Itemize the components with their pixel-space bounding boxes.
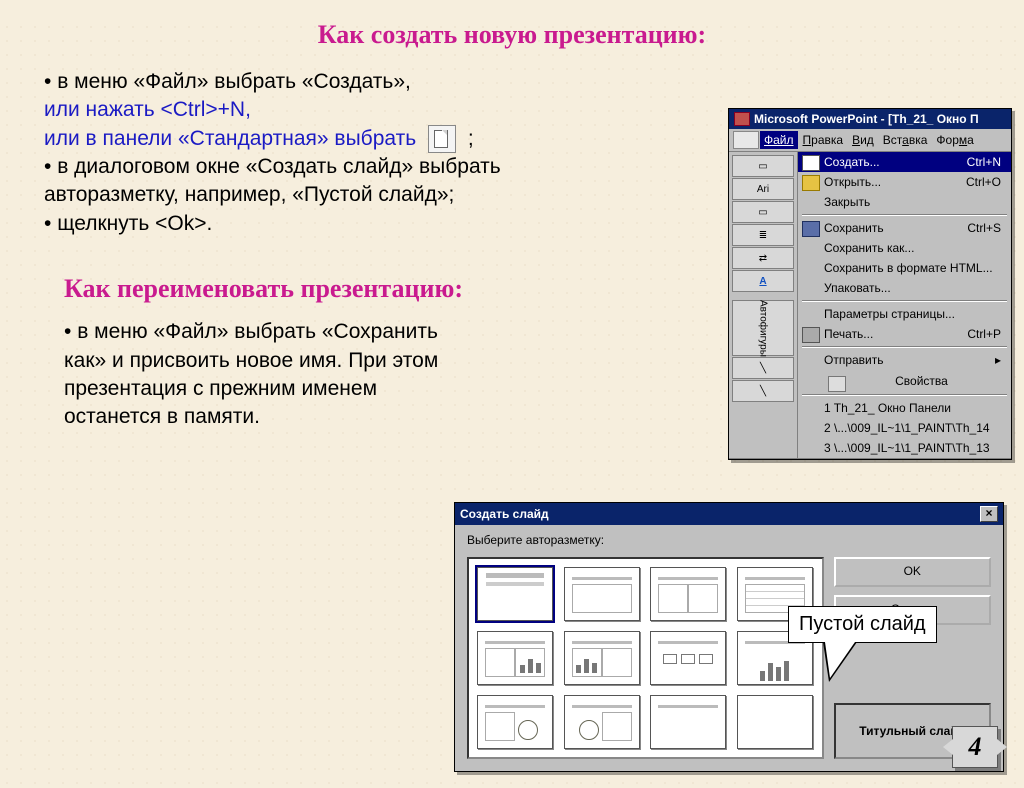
layout-bullets[interactable] [564, 567, 640, 621]
menu-item[interactable]: Свойства [798, 370, 1011, 392]
instructions-create: в меню «Файл» выбрать «Создать», или наж… [44, 68, 604, 238]
toolbar-btn[interactable]: Автофигуры [732, 300, 794, 356]
menu-item[interactable]: 2 \...\009_IL~1\1_PAINT\Th_14 [798, 418, 1011, 438]
heading-create: Как создать новую презентацию: [0, 20, 1024, 50]
layout-blank[interactable] [737, 695, 813, 749]
powerpoint-window: Microsoft PowerPoint - [Th_21_ Окно П Фа… [728, 108, 1012, 460]
menu-item[interactable]: Отправить [798, 350, 1011, 370]
layout-org[interactable] [650, 631, 726, 685]
props-icon [828, 376, 846, 392]
layout-text-clip[interactable] [477, 695, 553, 749]
menu-item[interactable]: Открыть...Ctrl+O [798, 172, 1011, 192]
menu-file[interactable]: Файл [760, 131, 798, 149]
dialog-prompt: Выберите авторазметку: [455, 525, 1003, 547]
menu-item[interactable]: Параметры страницы... [798, 304, 1011, 324]
menu-format[interactable]: Форма [932, 131, 977, 149]
menu-insert[interactable]: Вставка [879, 131, 932, 149]
menu-item[interactable]: Закрыть [798, 192, 1011, 212]
open-icon [802, 175, 820, 191]
menu-item[interactable]: СохранитьCtrl+S [798, 218, 1011, 238]
menu-item[interactable]: Создать...Ctrl+N [798, 152, 1011, 172]
ok-button[interactable]: OK [834, 557, 991, 587]
menubar[interactable]: Файл Правка Вид Вставка Форма [729, 129, 1011, 152]
menu-item[interactable]: 3 \...\009_IL~1\1_PAINT\Th_13 [798, 438, 1011, 458]
layout-title-only[interactable] [650, 695, 726, 749]
layout-clip-text[interactable] [564, 695, 640, 749]
callout-blank-slide: Пустой слайд [788, 606, 937, 643]
file-menu: Создать...Ctrl+NОткрыть...Ctrl+OЗакрыть С… [798, 152, 1011, 458]
layout-title[interactable] [477, 567, 553, 621]
save-icon [802, 221, 820, 237]
menu-item[interactable]: Сохранить как... [798, 238, 1011, 258]
toolbar-line-icon[interactable]: ╲ [732, 380, 794, 402]
menubar-doc-icon[interactable] [733, 131, 759, 149]
toolbar-btn[interactable]: A [732, 270, 794, 292]
menu-item[interactable]: Сохранить в формате HTML... [798, 258, 1011, 278]
app-icon [734, 112, 750, 126]
titlebar-text: Microsoft PowerPoint - [Th_21_ Окно П [754, 112, 979, 126]
instructions-rename: в меню «Файл» выбрать «Сохранить как» и … [64, 318, 464, 431]
dialog-title: Создать слайд [460, 507, 549, 521]
toolbar-new-icon[interactable]: ▭ [732, 155, 794, 177]
toolbar-btn[interactable]: ≣ [732, 224, 794, 246]
toolbar-btn[interactable]: ⇄ [732, 247, 794, 269]
shortcut-text: или нажать <Ctrl>+N, [44, 96, 604, 124]
toolbar-btn[interactable]: ▭ [732, 201, 794, 223]
titlebar: Microsoft PowerPoint - [Th_21_ Окно П [729, 109, 1011, 129]
menu-item[interactable]: 1 Th_21_ Окно Панели [798, 398, 1011, 418]
toolbar-line-icon[interactable]: ╲ [732, 357, 794, 379]
layout-grid [467, 557, 824, 759]
new-icon [802, 155, 820, 171]
page-number: 4 [952, 726, 998, 768]
menu-item[interactable]: Печать...Ctrl+P [798, 324, 1011, 344]
layout-chart-text[interactable] [564, 631, 640, 685]
menu-view[interactable]: Вид [848, 131, 878, 149]
left-toolbar: ▭ Ari ▭ ≣ ⇄ A Автофигуры ╲ ╲ [729, 152, 798, 458]
layout-text-chart[interactable] [477, 631, 553, 685]
new-file-icon [428, 125, 456, 153]
close-icon[interactable]: × [980, 506, 998, 522]
menu-item[interactable]: Упаковать... [798, 278, 1011, 298]
menu-edit[interactable]: Правка [799, 131, 848, 149]
layout-two-col[interactable] [650, 567, 726, 621]
print-icon [802, 327, 820, 343]
font-selector[interactable]: Ari [732, 178, 794, 200]
